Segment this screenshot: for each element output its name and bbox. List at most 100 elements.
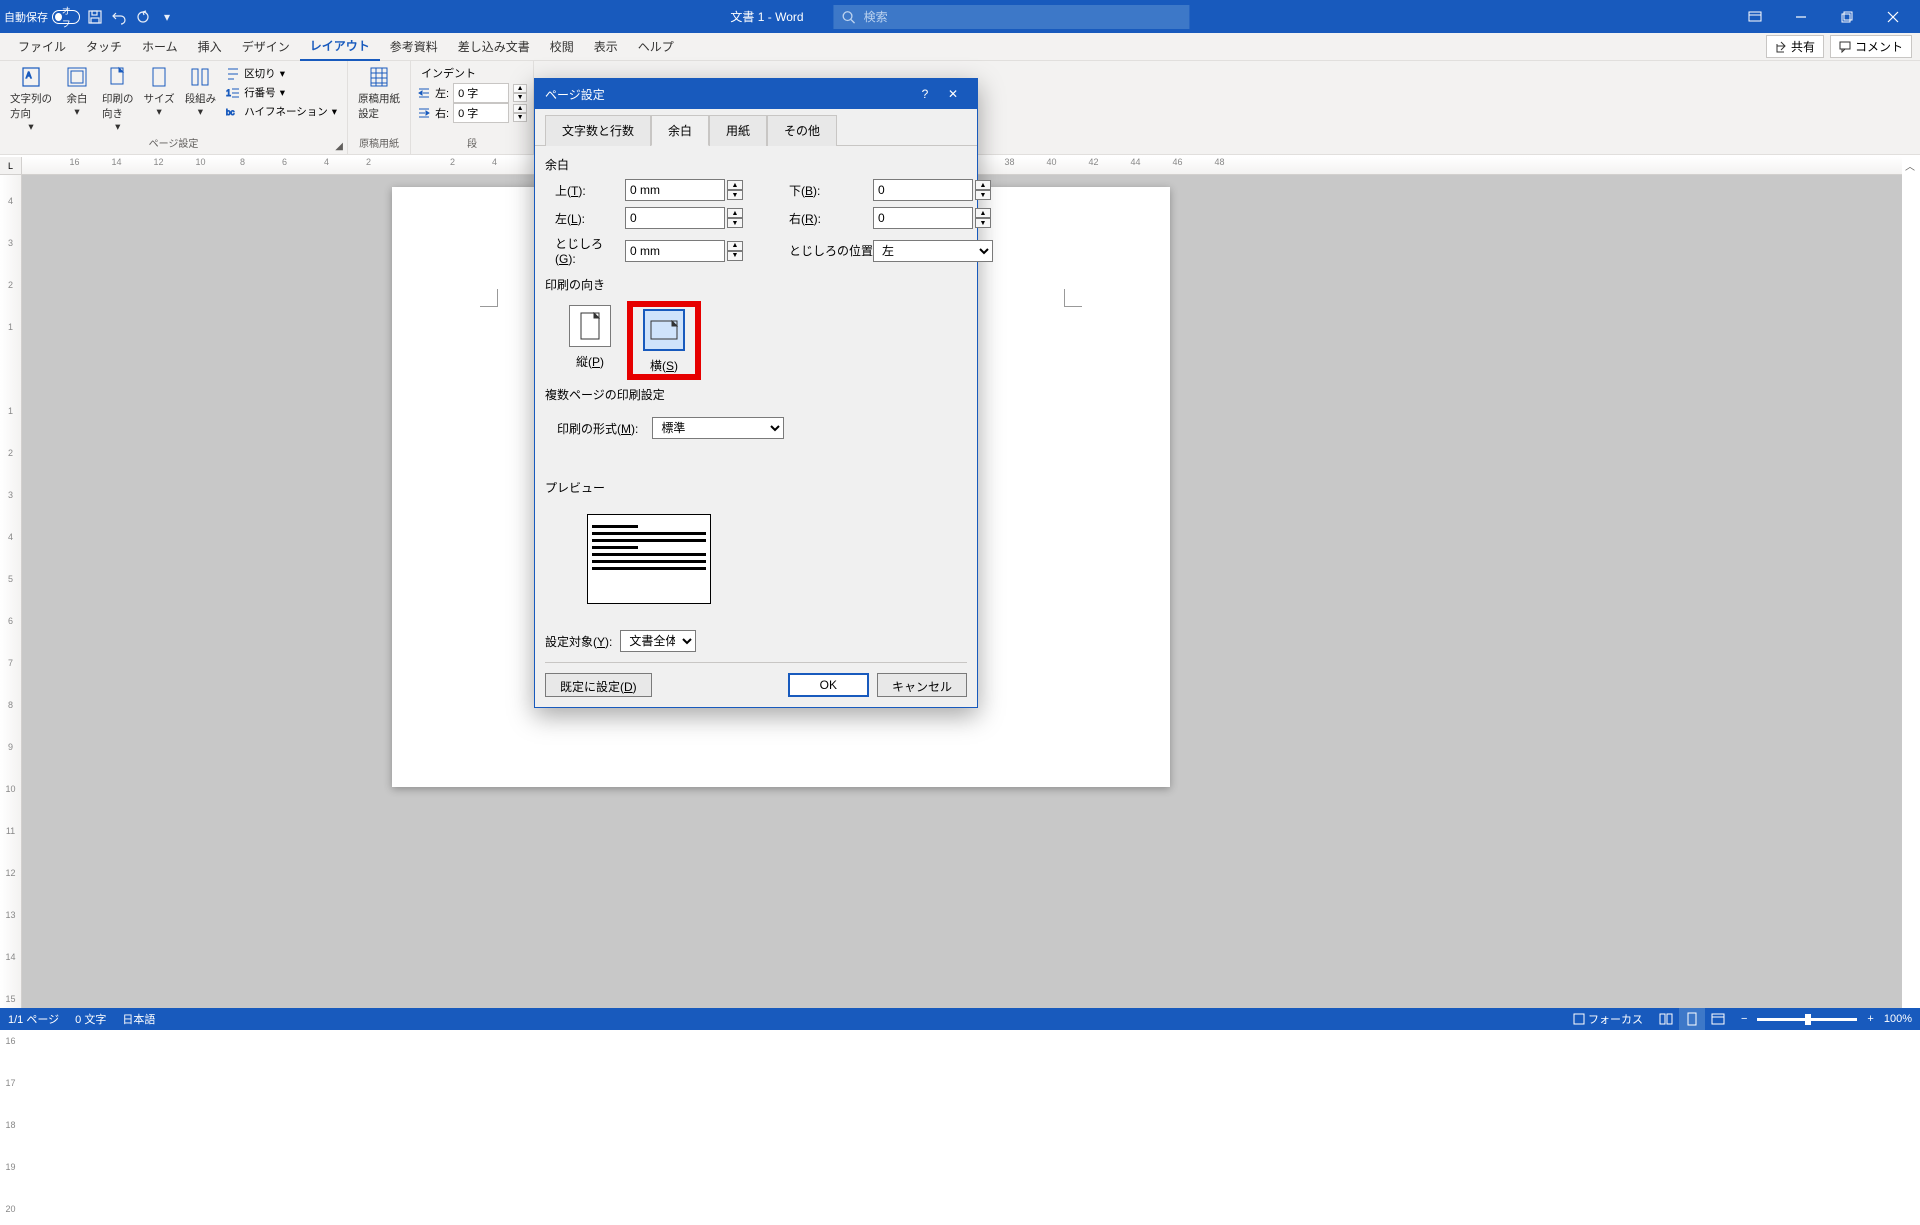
apply-to-select[interactable]: 文書全体 <box>620 630 696 652</box>
tab-insert[interactable]: 挿入 <box>188 33 232 61</box>
margin-bottom-label: 下(B): <box>779 182 871 199</box>
tab-home[interactable]: ホーム <box>132 33 188 61</box>
print-format-select[interactable]: 標準 <box>652 417 784 439</box>
manuscript-button[interactable]: 原稿用紙 設定 <box>354 63 404 123</box>
search-placeholder: 検索 <box>864 8 888 25</box>
ribbon-display-icon[interactable] <box>1732 0 1778 33</box>
zoom-slider[interactable] <box>1757 1018 1857 1021</box>
status-pages[interactable]: 1/1 ページ <box>8 1011 59 1027</box>
status-language[interactable]: 日本語 <box>122 1011 155 1027</box>
maximize-icon[interactable] <box>1824 0 1870 33</box>
margin-top-label: 上(T): <box>545 182 623 199</box>
document-title: 文書 1 - Word <box>730 8 803 25</box>
autosave-label: 自動保存 <box>4 9 48 25</box>
read-mode-icon[interactable] <box>1653 1008 1679 1030</box>
tab-review[interactable]: 校閲 <box>540 33 584 61</box>
zoom-out-icon[interactable]: − <box>1741 1013 1747 1025</box>
qat-dropdown-icon[interactable]: ▾ <box>158 8 176 26</box>
margin-top-spinner[interactable]: ▲▼ <box>727 180 745 200</box>
svg-text:A: A <box>26 71 32 80</box>
gutter-pos-select[interactable]: 左 <box>873 240 993 262</box>
orientation-landscape-label: 横(S) <box>650 359 678 373</box>
cancel-button[interactable]: キャンセル <box>877 673 967 697</box>
share-button[interactable]: 共有 <box>1766 35 1824 58</box>
comment-button[interactable]: コメント <box>1830 35 1912 58</box>
margin-marker-tl <box>480 289 498 307</box>
margin-bottom-spinner[interactable]: ▲▼ <box>975 180 993 200</box>
margin-top-input[interactable] <box>625 179 725 201</box>
print-layout-icon[interactable] <box>1679 1008 1705 1030</box>
group-label-manuscript: 原稿用紙 <box>354 135 404 152</box>
indent-right-label: 右: <box>435 105 449 121</box>
tab-paper[interactable]: 用紙 <box>709 115 767 146</box>
margins-section-label: 余白 <box>545 156 967 173</box>
tab-other[interactable]: その他 <box>767 115 837 146</box>
tab-help[interactable]: ヘルプ <box>628 33 684 61</box>
tab-references[interactable]: 参考資料 <box>380 33 448 61</box>
web-layout-icon[interactable] <box>1705 1008 1731 1030</box>
indent-right-input[interactable] <box>453 103 509 123</box>
dialog-help-icon[interactable]: ? <box>911 79 939 109</box>
dialog-close-icon[interactable]: ✕ <box>939 79 967 109</box>
vertical-ruler[interactable]: 43211234567891011121314151617181920 <box>0 175 22 1012</box>
autosave-toggle[interactable]: 自動保存 オフ <box>4 9 80 25</box>
orientation-landscape-button[interactable]: 横(S) <box>631 305 697 376</box>
tab-char-lines[interactable]: 文字数と行数 <box>545 115 651 146</box>
page-setup-dialog-launcher[interactable]: ◢ <box>333 140 345 152</box>
margin-left-input[interactable] <box>625 207 725 229</box>
close-icon[interactable] <box>1870 0 1916 33</box>
gutter-label: とじしろ(G): <box>545 235 623 266</box>
page-setup-dialog: ページ設定 ? ✕ 文字数と行数 余白 用紙 その他 余白 上(T): ▲▼ 下… <box>534 78 978 708</box>
margin-bottom-input[interactable] <box>873 179 973 201</box>
share-icon <box>1775 41 1787 53</box>
breaks-button[interactable]: 区切り ▾ <box>222 65 341 82</box>
orientation-button[interactable]: 印刷の 向き▾ <box>98 63 138 135</box>
search-box[interactable]: 検索 <box>834 5 1190 29</box>
indent-left-input[interactable] <box>453 83 509 103</box>
text-direction-button[interactable]: A文字列の 方向▾ <box>6 63 56 135</box>
indent-right-spinner[interactable]: ▲▼ <box>513 104 527 122</box>
margin-right-label: 右(R): <box>779 210 871 227</box>
gutter-input[interactable] <box>625 240 725 262</box>
zoom-level[interactable]: 100% <box>1884 1013 1912 1025</box>
set-default-button[interactable]: 既定に設定(D) <box>545 673 652 697</box>
margins-button[interactable]: 余白▾ <box>58 63 96 135</box>
status-focus[interactable]: フォーカス <box>1573 1011 1643 1027</box>
margin-right-input[interactable] <box>873 207 973 229</box>
hyphenation-button[interactable]: bcハイフネーション ▾ <box>222 103 341 120</box>
tab-mailings[interactable]: 差し込み文書 <box>448 33 540 61</box>
tab-file[interactable]: ファイル <box>8 33 76 61</box>
tab-margins[interactable]: 余白 <box>651 115 709 146</box>
minimize-icon[interactable] <box>1778 0 1824 33</box>
redo-icon[interactable] <box>134 8 152 26</box>
columns-button[interactable]: 段組み▾ <box>181 63 221 135</box>
search-icon <box>842 10 856 24</box>
tab-view[interactable]: 表示 <box>584 33 628 61</box>
apply-to-label: 設定対象(Y): <box>545 633 612 650</box>
save-icon[interactable] <box>86 8 104 26</box>
svg-text:bc: bc <box>226 108 234 117</box>
orientation-portrait-label: 縦(P) <box>576 355 604 369</box>
preview-section-label: プレビュー <box>545 479 967 496</box>
zoom-in-icon[interactable]: + <box>1867 1013 1873 1025</box>
margin-left-spinner[interactable]: ▲▼ <box>727 208 745 228</box>
tab-layout[interactable]: レイアウト <box>300 33 380 61</box>
collapse-ribbon-icon[interactable]: ︿ <box>1902 157 1918 173</box>
tab-design[interactable]: デザイン <box>232 33 300 61</box>
undo-icon[interactable] <box>110 8 128 26</box>
orientation-portrait-button[interactable]: 縦(P) <box>557 305 623 376</box>
toggle-switch[interactable]: オフ <box>52 10 80 24</box>
line-numbers-button[interactable]: 1行番号 ▾ <box>222 84 341 101</box>
dialog-titlebar[interactable]: ページ設定 ? ✕ <box>535 79 977 109</box>
margin-right-spinner[interactable]: ▲▼ <box>975 208 993 228</box>
indent-left-spinner[interactable]: ▲▼ <box>513 84 527 102</box>
svg-text:1: 1 <box>226 88 231 98</box>
status-words[interactable]: 0 文字 <box>75 1011 106 1027</box>
size-button[interactable]: サイズ▾ <box>140 63 179 135</box>
ok-button[interactable]: OK <box>788 673 869 697</box>
gutter-spinner[interactable]: ▲▼ <box>727 241 745 261</box>
orientation-section-label: 印刷の向き <box>545 276 967 293</box>
dialog-title-text: ページ設定 <box>545 86 605 103</box>
indent-left-row: 左: ▲▼ <box>417 83 527 103</box>
tab-touch[interactable]: タッチ <box>76 33 132 61</box>
